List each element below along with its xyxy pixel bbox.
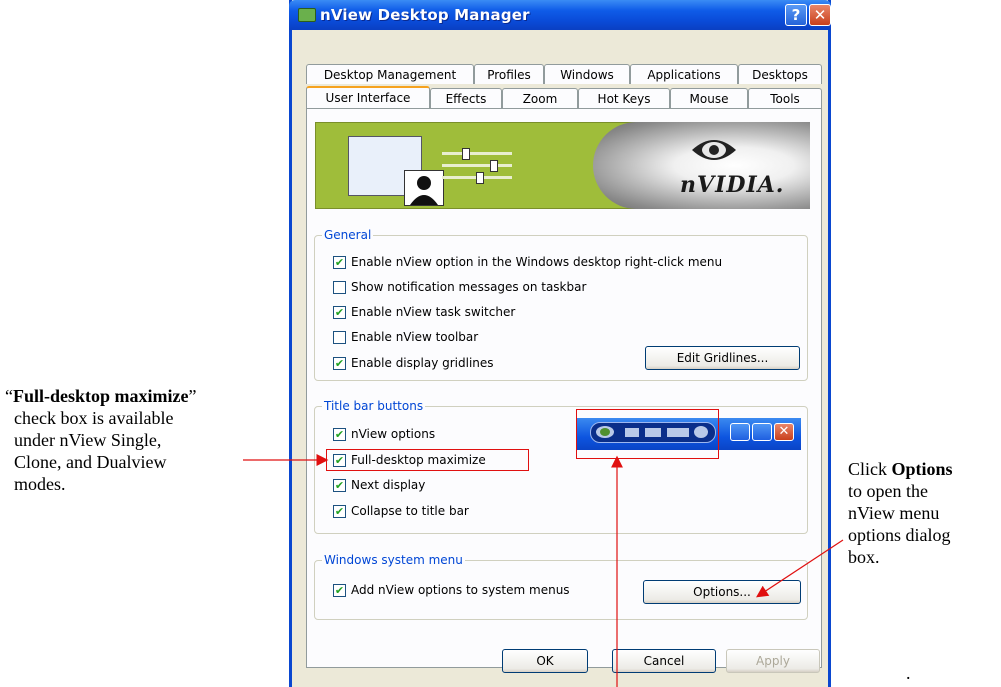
tab-user-interface[interactable]: User Interface (306, 86, 430, 108)
callout-arrows (243, 454, 844, 687)
right-callout-arrow (755, 539, 844, 598)
